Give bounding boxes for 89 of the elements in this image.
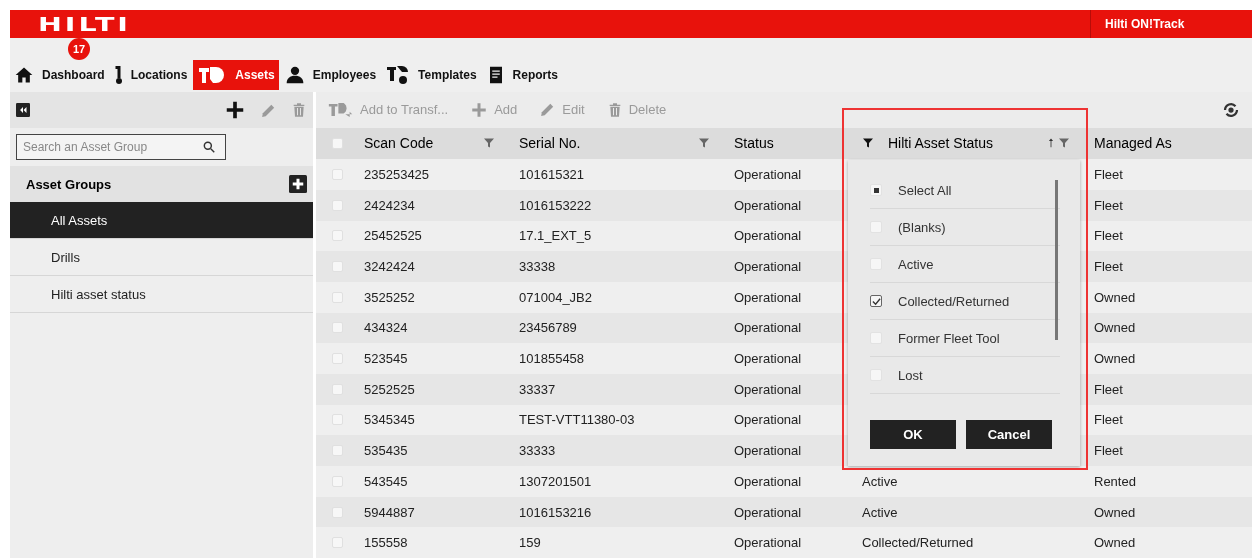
table-cell: 3525252	[364, 289, 415, 305]
nav-tab[interactable]: Locations	[110, 60, 192, 90]
plus-icon	[224, 99, 246, 121]
table-cell: Owned	[1094, 504, 1136, 520]
table-cell: Fleet	[1094, 259, 1123, 275]
table-cell: TEST-VTT11380-03	[519, 412, 635, 428]
nav-tab[interactable]: Templates	[382, 60, 481, 90]
table-cell: 17.1_EXT_5	[519, 228, 592, 244]
table-cell: Collected/Returned	[862, 535, 974, 551]
trash-icon	[291, 102, 307, 118]
table-cell: Operational	[734, 259, 802, 275]
table-cell: Operational	[734, 197, 802, 213]
table-cell: 25452525	[364, 228, 422, 244]
table-cell: Operational	[734, 504, 802, 520]
table-cell: Active	[862, 504, 898, 520]
table-cell: 543545	[364, 473, 408, 489]
dialog-button[interactable]: OK	[870, 420, 956, 449]
person-icon	[284, 65, 305, 85]
group-item[interactable]: Hilti asset status	[10, 276, 313, 313]
nav-tab[interactable]: Employees	[280, 60, 381, 90]
table-cell: 1307201501	[519, 473, 592, 489]
scrollbar[interactable]	[1055, 180, 1058, 340]
table-cell: 155558	[364, 535, 408, 551]
table-cell: Operational	[734, 167, 802, 183]
table-cell: Fleet	[1094, 443, 1123, 459]
table-cell: Operational	[734, 443, 802, 459]
nav-tab[interactable]: Assets	[193, 60, 279, 90]
table-cell: 071004_JB2	[519, 289, 592, 305]
table-cell: 5944887	[364, 504, 415, 520]
add-icon	[289, 175, 307, 193]
table-cell: 5252525	[364, 381, 415, 397]
dialog-button[interactable]: Cancel	[966, 420, 1052, 449]
table-cell: Operational	[734, 228, 802, 244]
table-cell: Operational	[734, 289, 802, 305]
notification-badge: 17	[68, 38, 90, 60]
tool-gear-icon	[386, 63, 411, 87]
table-cell: 235253425	[364, 167, 430, 183]
logo: HILTI	[38, 13, 131, 35]
column-header[interactable]: Managed As	[1094, 135, 1242, 152]
column-header[interactable]: Hilti Asset Status	[874, 135, 1046, 152]
group-item[interactable]: All Assets	[10, 202, 313, 239]
table-cell: Fleet	[1094, 381, 1123, 397]
table-cell: Fleet	[1094, 167, 1123, 183]
table-cell: Active	[862, 473, 898, 489]
column-header[interactable]: Serial No.	[519, 135, 698, 152]
table-cell: 101855458	[519, 351, 585, 367]
collapse-icon	[16, 103, 30, 117]
plus-icon	[470, 100, 489, 119]
pin-icon	[114, 66, 123, 84]
home-icon	[14, 65, 34, 85]
nav-tab[interactable]: Reports	[482, 60, 562, 90]
table-cell: 33337	[519, 381, 556, 397]
table-cell: Operational	[734, 381, 802, 397]
filter-option[interactable]: Lost	[870, 357, 1060, 394]
table-cell: Owned	[1094, 320, 1136, 336]
table-cell: 1016153216	[519, 504, 592, 520]
table-cell: Operational	[734, 351, 802, 367]
table-cell: 33338	[519, 259, 556, 275]
table-cell: Fleet	[1094, 197, 1123, 213]
table-cell: Owned	[1094, 351, 1136, 367]
table-cell: 23456789	[519, 320, 577, 336]
table-cell: Operational	[734, 320, 802, 336]
table-cell: 434324	[364, 320, 408, 336]
search-icon	[202, 140, 216, 154]
column-header[interactable]: Status	[734, 135, 838, 152]
checkbox[interactable]	[870, 295, 882, 307]
table-cell: 5345345	[364, 412, 415, 428]
table-cell: Owned	[1094, 289, 1136, 305]
table-cell: 101615321	[519, 167, 585, 183]
table-cell: Rented	[1094, 473, 1136, 489]
table-cell: Operational	[734, 412, 802, 428]
table-cell: Fleet	[1094, 412, 1123, 428]
table-cell: 3242424	[364, 259, 415, 275]
group-item[interactable]: Drills	[10, 239, 313, 276]
table-cell: Fleet	[1094, 228, 1123, 244]
column-header[interactable]: Scan Code	[364, 135, 483, 152]
nav-tab[interactable]: Dashboard	[10, 60, 109, 90]
table-cell: Operational	[734, 473, 802, 489]
table-cell: Operational	[734, 535, 802, 551]
table-cell: Owned	[1094, 535, 1136, 551]
section-title: Asset Groups	[26, 176, 112, 192]
table-cell: 159	[519, 535, 541, 551]
table-cell: 1016153222	[519, 197, 592, 213]
search-field[interactable]: Search an Asset Group	[16, 134, 226, 160]
table-cell: 33333	[519, 443, 556, 459]
table-cell: 523545	[364, 351, 408, 367]
table-cell: 535435	[364, 443, 408, 459]
refresh-icon	[1222, 100, 1240, 119]
table-cell: 2424234	[364, 197, 415, 213]
